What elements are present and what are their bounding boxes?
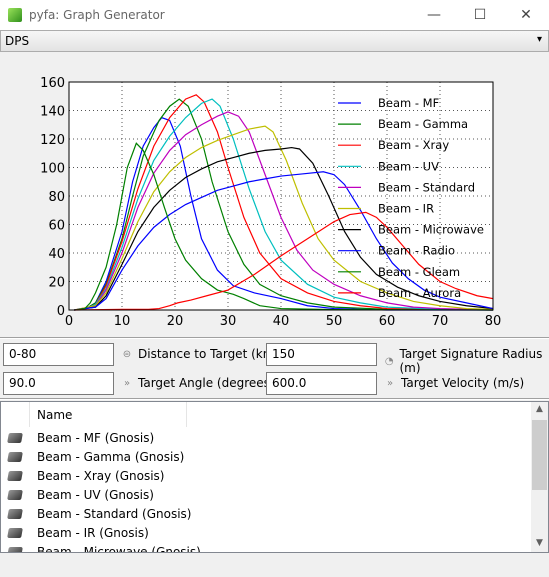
list-item-label: Beam - Xray (Gnosis)	[37, 468, 165, 483]
y-tick-label: 20	[48, 276, 65, 291]
y-tick-label: 100	[40, 162, 65, 177]
velocity-label-text: Target Velocity (m/s)	[401, 376, 525, 390]
list-item-label: Beam - Gamma (Gnosis)	[37, 449, 185, 464]
list-item-label: Beam - Standard (Gnosis)	[37, 506, 192, 521]
maximize-button[interactable]: ☐	[457, 0, 503, 30]
x-tick-label: 30	[220, 314, 237, 329]
legend-label: Beam - Radio	[378, 244, 455, 258]
module-icon	[7, 546, 23, 552]
x-tick-label: 10	[114, 314, 131, 329]
angle-label-text: Target Angle (degrees)	[138, 376, 275, 390]
signature-icon: ◔	[384, 355, 394, 367]
module-icon	[7, 432, 23, 443]
x-tick-label: 40	[273, 314, 290, 329]
y-tick-label: 160	[40, 76, 65, 91]
scrollbar-thumb[interactable]	[532, 420, 547, 490]
graph-type-dropdown[interactable]: DPS ▾	[0, 30, 549, 52]
legend-label: Beam - UV	[378, 159, 439, 173]
minimize-button[interactable]: —	[411, 0, 457, 30]
angle-icon: »	[123, 377, 131, 389]
scroll-down-icon[interactable]: ▼	[531, 538, 548, 548]
app-icon	[8, 8, 22, 22]
list-item[interactable]: Beam - MF (Gnosis)	[1, 428, 531, 447]
list-item-label: Beam - MF (Gnosis)	[37, 430, 155, 445]
window-title: pyfa: Graph Generator	[29, 8, 165, 22]
x-tick-label: 60	[379, 314, 396, 329]
legend-label: Beam - Standard	[378, 180, 475, 194]
x-tick-label: 50	[326, 314, 343, 329]
module-icon	[7, 527, 23, 538]
module-icon	[7, 508, 23, 519]
dps-chart: 0 10 20 30 40 50 60 70 80 0 20 40 60 80 100 120 140 160 Be…	[40, 76, 502, 329]
signature-label-text: Target Signature Radius (m)	[399, 347, 543, 375]
y-tick-label: 40	[48, 247, 65, 262]
angle-label: » Target Angle (degrees)	[120, 376, 275, 390]
signature-label: ◔ Target Signature Radius (m)	[383, 347, 549, 375]
distance-icon: ⊜	[122, 348, 132, 360]
title-bar: pyfa: Graph Generator — ☐ ✕	[0, 0, 549, 30]
x-tick-label: 70	[432, 314, 449, 329]
x-tick-label: 20	[167, 314, 184, 329]
velocity-icon: »	[386, 377, 394, 389]
x-tick-label: 0	[65, 314, 73, 329]
legend-label: Beam - Gleam	[378, 265, 460, 279]
fit-list[interactable]: Name Beam - MF (Gnosis) Beam - Gamma (Gno…	[0, 401, 549, 553]
signature-radius-input[interactable]: 150	[266, 343, 377, 366]
chevron-down-icon: ▾	[536, 34, 542, 45]
y-tick-label: 120	[40, 133, 65, 148]
module-icon	[7, 470, 23, 481]
y-tick-label: 140	[40, 105, 65, 120]
column-header-name[interactable]: Name	[29, 402, 187, 427]
list-item[interactable]: Beam - Microwave (Gnosis)	[1, 542, 531, 553]
list-item[interactable]: Beam - IR (Gnosis)	[1, 523, 531, 542]
y-tick-label: 60	[48, 219, 65, 234]
list-item[interactable]: Beam - Gamma (Gnosis)	[1, 447, 531, 466]
distance-input[interactable]: 0-80	[3, 343, 114, 366]
x-tick-label: 80	[485, 314, 502, 329]
angle-input[interactable]: 90.0	[3, 372, 114, 395]
legend-label: Beam - Aurora	[378, 286, 461, 300]
scroll-up-icon[interactable]: ▲	[531, 404, 548, 414]
module-icon	[7, 451, 23, 462]
list-item[interactable]: Beam - UV (Gnosis)	[1, 485, 531, 504]
legend-label: Beam - IR	[378, 202, 434, 216]
velocity-label: » Target Velocity (m/s)	[383, 376, 524, 390]
y-tick-label: 80	[48, 190, 65, 205]
divider	[0, 398, 549, 400]
list-item-label: Beam - UV (Gnosis)	[37, 487, 154, 502]
legend-label: Beam - Xray	[378, 138, 449, 152]
legend-label: Beam - Microwave	[378, 223, 484, 237]
list-item-label: Beam - Microwave (Gnosis)	[37, 544, 201, 553]
velocity-input[interactable]: 600.0	[266, 372, 377, 395]
legend-label: Beam - Gamma	[378, 117, 468, 131]
graph-type-value: DPS	[5, 34, 30, 48]
divider	[0, 337, 549, 339]
close-button[interactable]: ✕	[503, 0, 549, 30]
module-icon	[7, 489, 23, 500]
list-item[interactable]: Beam - Xray (Gnosis)	[1, 466, 531, 485]
list-item[interactable]: Beam - Standard (Gnosis)	[1, 504, 531, 523]
list-item-label: Beam - IR (Gnosis)	[37, 525, 149, 540]
distance-label-text: Distance to Target (km)	[138, 347, 280, 361]
y-tick-label: 0	[57, 304, 65, 319]
scrollbar[interactable]: ▲ ▼	[531, 402, 548, 552]
legend-label: Beam - MF	[378, 96, 439, 110]
distance-label: ⊜ Distance to Target (km)	[120, 347, 279, 361]
